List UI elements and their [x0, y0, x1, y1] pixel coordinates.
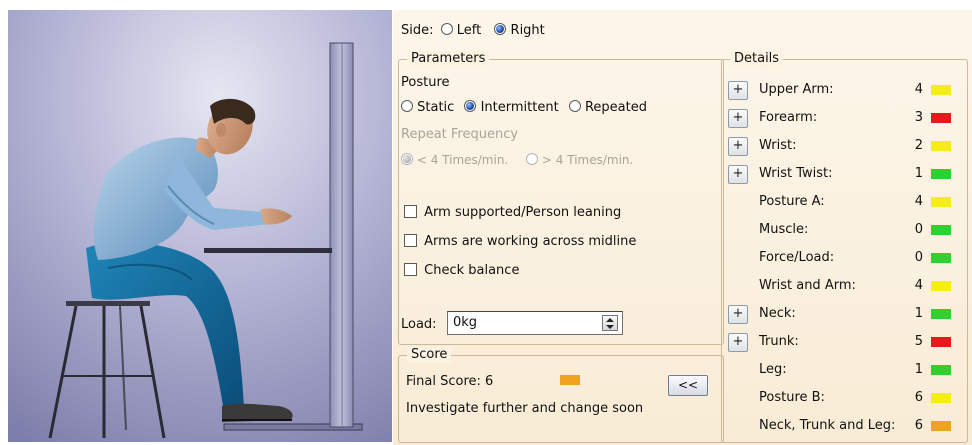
posture-intermittent-radio[interactable]: [464, 100, 477, 112]
spin-up-icon[interactable]: [606, 318, 614, 322]
detail-label: Wrist:: [759, 138, 797, 153]
check-balance-checkbox-row[interactable]: Check balance: [404, 263, 519, 278]
check-balance-label[interactable]: Check balance: [424, 263, 519, 278]
detail-value: 3: [914, 110, 923, 125]
detail-value: 2: [914, 138, 923, 153]
score-group: Score: [398, 347, 724, 443]
detail-value: 1: [914, 166, 923, 181]
frequency-high-radio[interactable]: [526, 153, 539, 165]
side-selector: Side: Left Right: [401, 23, 545, 38]
arm-supported-checkbox-row[interactable]: Arm supported/Person leaning: [404, 205, 621, 220]
details-legend: Details: [730, 51, 784, 67]
side-right-radio[interactable]: [494, 23, 507, 35]
load-label: Load:: [401, 317, 437, 332]
detail-value: 6: [914, 390, 923, 405]
posture-label: Posture: [401, 75, 450, 90]
detail-label: Upper Arm:: [759, 82, 834, 97]
check-balance-checkbox[interactable]: [404, 263, 417, 276]
detail-score-swatch: [931, 421, 951, 431]
final-score-text: Final Score: 6: [406, 374, 494, 389]
frequency-low-radio[interactable]: [401, 153, 413, 165]
detail-score-swatch: [931, 365, 951, 375]
detail-score-swatch: [931, 393, 951, 403]
arms-midline-checkbox-row[interactable]: Arms are working across midline: [404, 234, 636, 249]
detail-score-swatch: [931, 337, 951, 347]
collapse-button-label[interactable]: <<: [678, 378, 698, 392]
posture-repeated-label[interactable]: Repeated: [585, 100, 647, 115]
detail-label: Posture A:: [759, 194, 825, 209]
detail-score-swatch: [931, 113, 951, 123]
detail-score-swatch: [931, 253, 951, 263]
detail-value: 0: [914, 222, 923, 237]
spin-down-icon[interactable]: [606, 325, 614, 329]
expand-button[interactable]: +: [728, 333, 748, 352]
posture-repeated-radio[interactable]: [568, 100, 581, 112]
expand-button[interactable]: +: [728, 305, 748, 324]
expand-button[interactable]: +: [728, 165, 748, 184]
rula-analysis-panel: Side: Left Right Parameters Posture Stat…: [393, 10, 972, 445]
posture-intermittent-label[interactable]: Intermittent: [481, 100, 559, 115]
detail-value: 1: [914, 362, 923, 377]
detail-label: Neck:: [759, 306, 796, 321]
manikin-scene: [8, 10, 392, 442]
final-score-swatch: [560, 375, 580, 385]
frequency-options: < 4 Times/min. > 4 Times/min.: [401, 153, 633, 167]
detail-score-swatch: [931, 85, 951, 95]
frequency-low-label[interactable]: < 4 Times/min.: [417, 153, 508, 167]
detail-score-swatch: [931, 309, 951, 319]
side-left-label[interactable]: Left: [457, 23, 481, 38]
collapse-button[interactable]: <<: [668, 375, 708, 396]
load-spinner[interactable]: [602, 315, 618, 331]
arms-midline-label[interactable]: Arms are working across midline: [424, 234, 636, 249]
repeat-frequency-label: Repeat Frequency: [401, 127, 519, 142]
frequency-high-label[interactable]: > 4 Times/min.: [542, 153, 633, 167]
detail-label: Leg:: [759, 362, 787, 377]
3d-viewport[interactable]: [8, 10, 392, 442]
side-right-label[interactable]: Right: [511, 23, 545, 38]
side-left-radio[interactable]: [440, 23, 453, 35]
detail-value: 1: [914, 306, 923, 321]
recommendation-text: Investigate further and change soon: [406, 401, 644, 416]
score-legend: Score: [407, 347, 452, 363]
detail-label: Wrist Twist:: [759, 166, 833, 181]
arm-supported-checkbox[interactable]: [404, 205, 417, 218]
parameters-legend: Parameters: [407, 51, 490, 67]
detail-score-swatch: [931, 225, 951, 235]
posture-static-radio[interactable]: [401, 100, 413, 112]
expand-button[interactable]: +: [728, 81, 748, 100]
arm-supported-label[interactable]: Arm supported/Person leaning: [424, 205, 621, 220]
detail-score-swatch: [931, 281, 951, 291]
detail-value: 6: [914, 418, 923, 433]
detail-label: Muscle:: [759, 222, 809, 237]
posture-static-label[interactable]: Static: [417, 100, 454, 115]
detail-label: Wrist and Arm:: [759, 278, 856, 293]
detail-value: 5: [914, 334, 923, 349]
detail-score-swatch: [931, 169, 951, 179]
detail-value: 4: [914, 194, 923, 209]
detail-label: Neck, Trunk and Leg:: [759, 418, 896, 433]
detail-value: 4: [914, 82, 923, 97]
detail-label: Trunk:: [759, 334, 799, 349]
arms-midline-checkbox[interactable]: [404, 234, 417, 247]
side-label: Side:: [401, 23, 434, 38]
load-value[interactable]: 0kg: [453, 315, 477, 330]
expand-button[interactable]: +: [728, 109, 748, 128]
posture-options: Static Intermittent Repeated: [401, 100, 647, 115]
detail-score-swatch: [931, 197, 951, 207]
detail-score-swatch: [931, 141, 951, 151]
detail-label: Force/Load:: [759, 250, 835, 265]
detail-label: Posture B:: [759, 390, 825, 405]
detail-value: 4: [914, 278, 923, 293]
detail-label: Forearm:: [759, 110, 818, 125]
detail-value: 0: [914, 250, 923, 265]
expand-button[interactable]: +: [728, 137, 748, 156]
load-input[interactable]: 0kg: [447, 311, 623, 335]
